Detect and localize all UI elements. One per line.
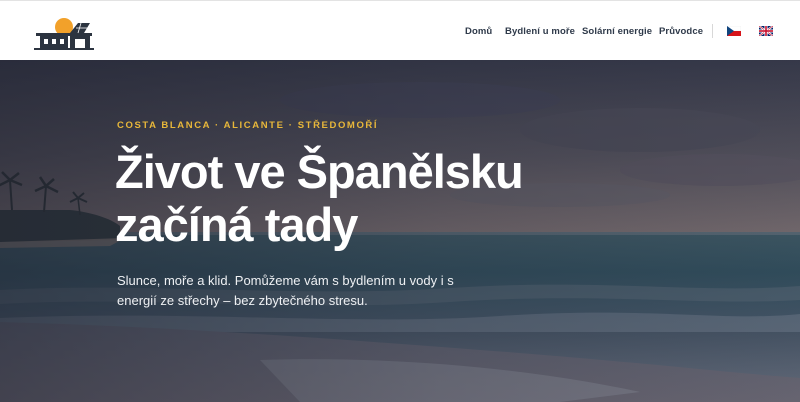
nav-item-solar-energy[interactable]: Solární energie: [582, 26, 652, 37]
nav-item-home[interactable]: Domů: [465, 26, 492, 37]
hero-section: COSTA BLANCA · ALICANTE · STŘEDOMOŘÍ Živ…: [0, 60, 800, 402]
site-header: Domů Bydlení u moře Solární energie Prův…: [0, 0, 800, 60]
nav-item-living-by-sea[interactable]: Bydlení u moře: [505, 26, 575, 37]
uk-flag-icon[interactable]: [759, 26, 773, 36]
czech-flag-icon[interactable]: [727, 26, 741, 36]
hero-headline: Život ve Španělsku začíná tady: [115, 145, 595, 251]
nav-divider: [712, 24, 713, 38]
hero-subtitle: Slunce, moře a klid. Pomůžeme vám s bydl…: [117, 273, 454, 308]
nav-item-guide[interactable]: Průvodce: [659, 26, 703, 37]
page: Domů Bydlení u moře Solární energie Prův…: [0, 0, 800, 402]
house-solar-logo[interactable]: [34, 15, 94, 51]
hero-headline-line-2: začíná tady: [115, 198, 358, 251]
hero-eyebrow: COSTA BLANCA · ALICANTE · STŘEDOMOŘÍ: [117, 120, 379, 131]
hero-headline-line-1: Život ve Španělsku: [115, 145, 524, 198]
